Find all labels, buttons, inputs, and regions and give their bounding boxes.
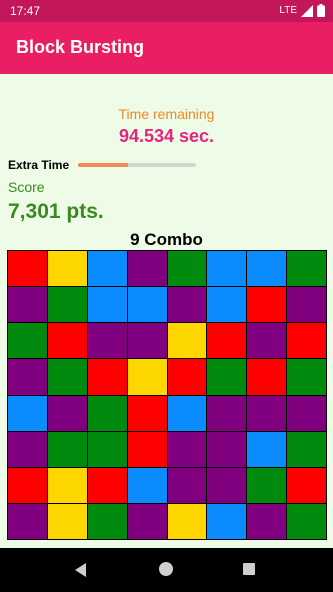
block-green[interactable] [247,467,287,503]
status-time: 17:47 [10,4,41,18]
block-red[interactable] [247,359,287,395]
block-green[interactable] [287,431,326,467]
block-purple[interactable] [127,503,167,539]
block-purple[interactable] [8,359,47,395]
battery-icon [317,4,325,17]
block-yellow[interactable] [47,503,87,539]
block-purple[interactable] [8,287,47,323]
block-yellow[interactable] [167,323,207,359]
block-blue[interactable] [207,503,247,539]
block-red[interactable] [287,323,326,359]
block-purple[interactable] [247,323,287,359]
block-red[interactable] [287,467,326,503]
block-purple[interactable] [287,395,326,431]
block-purple[interactable] [167,467,207,503]
home-icon[interactable] [159,562,173,576]
block-red[interactable] [247,287,287,323]
block-yellow[interactable] [127,359,167,395]
block-purple[interactable] [127,251,167,287]
block-purple[interactable] [8,431,47,467]
block-red[interactable] [127,395,167,431]
block-green[interactable] [8,323,47,359]
combo-counter: 9 Combo [130,230,203,249]
score-value: 7,301 pts. [8,200,104,223]
recents-icon[interactable] [243,563,255,575]
block-purple[interactable] [87,323,127,359]
block-green[interactable] [207,359,247,395]
block-purple[interactable] [207,431,247,467]
block-blue[interactable] [207,287,247,323]
block-blue[interactable] [247,251,287,287]
block-red[interactable] [207,323,247,359]
block-red[interactable] [47,323,87,359]
network-type: LTE [279,5,297,16]
block-blue[interactable] [127,467,167,503]
extra-time-bar-fill [78,163,128,167]
block-green[interactable] [47,431,87,467]
game-screen: Time remaining 94.534 sec. Extra Time Sc… [0,74,333,548]
block-blue[interactable] [127,287,167,323]
block-green[interactable] [87,395,127,431]
block-green[interactable] [287,503,326,539]
block-green[interactable] [87,503,127,539]
block-red[interactable] [87,467,127,503]
block-red[interactable] [8,467,47,503]
block-yellow[interactable] [167,503,207,539]
score-label: Score [8,179,45,195]
block-blue[interactable] [87,251,127,287]
block-purple[interactable] [207,395,247,431]
block-red[interactable] [87,359,127,395]
block-blue[interactable] [87,287,127,323]
block-blue[interactable] [8,395,47,431]
block-green[interactable] [167,251,207,287]
block-purple[interactable] [167,431,207,467]
block-yellow[interactable] [47,251,87,287]
navigation-bar [0,548,333,592]
block-red[interactable] [8,251,47,287]
app-bar: Block Bursting [0,22,333,74]
block-green[interactable] [287,359,326,395]
extra-time-bar [78,163,196,167]
signal-icon [301,4,313,17]
block-green[interactable] [287,251,326,287]
extra-time-label: Extra Time [8,158,70,172]
block-purple[interactable] [127,323,167,359]
block-purple[interactable] [8,503,47,539]
app-title: Block Bursting [16,37,145,57]
block-green[interactable] [47,359,87,395]
block-purple[interactable] [47,395,87,431]
status-bar: 17:47 LTE [0,0,333,22]
block-blue[interactable] [247,431,287,467]
block-blue[interactable] [207,251,247,287]
block-red[interactable] [167,359,207,395]
block-blue[interactable] [167,395,207,431]
block-green[interactable] [47,287,87,323]
block-purple[interactable] [207,467,247,503]
back-icon[interactable] [75,563,86,577]
block-purple[interactable] [287,287,326,323]
block-purple[interactable] [167,287,207,323]
time-remaining-value: 94.534 sec. [118,126,215,146]
block-green[interactable] [87,431,127,467]
block-purple[interactable] [247,503,287,539]
status-indicators: LTE [279,4,325,17]
block-yellow[interactable] [47,467,87,503]
block-red[interactable] [127,431,167,467]
block-purple[interactable] [247,395,287,431]
time-remaining-label: Time remaining [118,106,215,122]
game-board[interactable] [7,250,327,540]
